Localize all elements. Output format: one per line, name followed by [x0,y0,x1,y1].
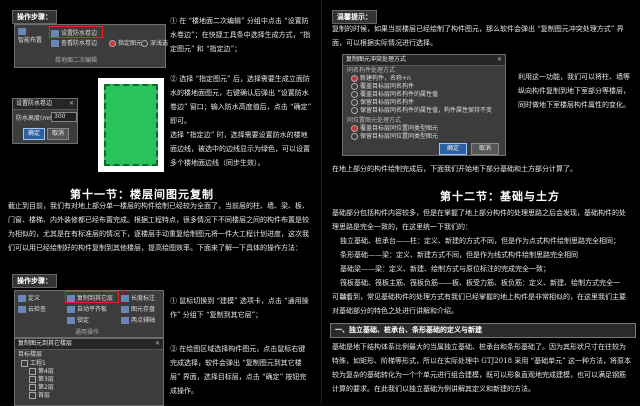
dialog-title: 复制图元冲突处理方式 ✕ [343,55,505,66]
tree-root[interactable]: 工程1 [15,360,163,368]
conflict-dialog: 复制图元冲突处理方式 ✕ 同名构件处理方式 新建构件，名称+n 覆盖目标层同名构件… [342,54,506,156]
toolbar-screenshot-1: 智能布置 设置防水卷边 查看防水卷边 指定图元 深浅选 楼地面二次编辑 [14,24,168,68]
floor-preview-image [98,78,164,172]
target-layer-header: 目标楼层 [18,351,43,358]
section-2-title: 同位置图元处理方式 [347,117,402,124]
view-icon [51,40,59,47]
option-overwrite[interactable]: 覆盖目标层同名构件 [343,83,505,91]
lock-button[interactable]: 锁定 [67,315,89,324]
bottom-note: 在地上部分的构件绘制完成后，下面我们开始地下部分基础和土方部分计算了。 [332,165,577,173]
last-paragraph: 基础是地下结构体系比例最大的当属独立基础、桩承台和条形基础了。因为其形状尺寸在往… [332,343,631,393]
option-pos-keep[interactable]: 保留目标层同位置同类型图元 [343,133,505,141]
dialog-title: 设置防水卷边 ✕ [13,99,77,110]
toolbar-screenshot-2: 定义 复制到其它层 长度标注 云检查 自动平齐板 图元存盘 锁定 两点辅轴 通用… [14,290,164,338]
step-1-text: ① 在 “楼地面二次编辑” 分组中点击 “设置防水卷边”；在快捷工具条中选择生成… [170,17,311,53]
ok-button[interactable]: 确定 [439,143,467,155]
option-overwrite-attr[interactable]: 覆盖目标层同名构件的属性值 [343,91,505,99]
rule-line-3: 基础梁——梁：定义、新建、绘制方式与原位标注的完成完全一致； [340,265,550,273]
height-input[interactable]: 300 [51,112,77,122]
layer-item[interactable]: 第4层 [15,368,163,376]
layer-item[interactable]: 第3层 [15,376,163,384]
ok-button[interactable]: 确定 [23,128,45,140]
view-waterproof-button[interactable]: 查看防水卷边 [51,38,97,47]
rule-line-1: 独立基础、桩承台——柱：定义、新建的方式不同，但是作为点式构件绘制思路完全相同； [340,237,620,245]
smart-layout-button[interactable]: 智能布置 [18,28,42,44]
tips-text: 复制的时候，如果当前楼层已经绘制了构件图元，那么软件会弹出 “复制图元冲突处理方… [332,25,624,47]
highlight-box [49,26,103,38]
side-text: 利用这一功能，我们可以将柱、墙等纵向构件复制到地下室部分等楼层，同时做地下室楼层… [518,73,630,109]
option-keep[interactable]: 保留目标层同名构件 [343,99,505,107]
cancel-button[interactable]: 取消 [47,128,69,140]
cancel-button[interactable]: 取消 [471,143,499,155]
select-ok-option[interactable]: 深浅选 [141,38,168,47]
copy-layers-dialog: 复制图元到其它楼层 ✕ 目标楼层 工程1 第4层 第3层 第2层 首层 [14,338,164,406]
right-page: 温馨提示： 复制的时候，如果当前楼层已经绘制了构件图元，那么软件会弹出 “复制图… [321,0,640,404]
general-ops-label: 通用操作 [75,329,100,336]
close-icon[interactable]: ✕ [155,339,160,349]
close-icon[interactable]: ✕ [69,99,74,109]
step-3-text: 选择 “指定边” 时，选择需要设置防水的楼地面边线，被选中的边线显示为绿色，可以… [170,131,310,167]
section-1-title: 同名构件处理方式 [347,67,396,74]
section-11-intro: 截止到目前，我们有对地上部分单一楼层的构件绘制已经较为全面了，当前层的柱、墙、梁… [8,202,309,252]
ops-header-2: 操作步骤： [12,274,57,288]
layer-item[interactable]: 第2层 [15,384,163,392]
definition-button[interactable]: 定义 [18,293,40,302]
subsection-header: 一、独立基础、桩承台、条形基础的定义与新建 [330,323,636,338]
step-2-text: ② 选择 “指定图元” 后，选择需要生成立面防水的楼地面图元，右键确认后弹出 “… [170,75,312,125]
rule-line-5: 可以看到，常见基础构件的处理方式有我们已经掌握的地上构件是非常相似的，在这里我们… [332,293,626,315]
waterproof-dialog: 设置防水卷边 ✕ 防水高度(mm) 300 确定 取消 [12,98,78,144]
option-pos-overwrite[interactable]: 覆盖目标层同位置同类型图元 [343,125,505,133]
step-5-text: ② 在绘图区域选择构件图元，点击鼠标右键完成选择，软件会弹出 “复制图元到其它楼… [170,345,307,395]
rule-line-2: 条形基础——梁：定义、新建方式不同，但是作为线式构件绘制思路完全相同 [340,251,578,259]
step-4-text: ① 鼠标切换到 “建模” 选项卡，点击 “通用操作” 分组下 “复制到其它层”； [170,297,309,319]
left-page: 操作步骤： 智能布置 设置防水卷边 查看防水卷边 指定图元 深浅选 楼地面二次编… [0,0,320,406]
highlight-box-2 [65,291,119,303]
image-management-button[interactable]: 图元存盘 [121,304,155,313]
length-dim-button[interactable]: 长度标注 [121,293,155,302]
close-icon[interactable]: ✕ [497,55,502,65]
green-floor-region [104,84,158,166]
section-12-intro: 基础部分包括构件内容较多，但是在掌握了地上部分构件的处理思路之后会发现，基础构件… [332,209,626,231]
auto-level-board-button[interactable]: 自动平齐板 [67,304,107,313]
ops-header-1: 操作步骤： [12,10,57,24]
dialog-title: 复制图元到其它楼层 ✕ [15,339,163,350]
section-12-title: 第十二节：基础与土方 [440,190,560,203]
cloud-check-button[interactable]: 云检查 [18,304,46,313]
layer-item[interactable]: 首层 [15,392,163,400]
layout-icon [18,28,26,35]
option-keep-attr[interactable]: 保留目标层同名构件的属性值，构件属性保持不变 [343,107,505,115]
group-label: 楼地面二次编辑 [55,57,98,64]
two-point-aux-button[interactable]: 两点辅轴 [121,315,155,324]
option-new[interactable]: 新建构件，名称+n [343,75,505,83]
specify-element-option[interactable]: 指定图元 [109,38,142,47]
radio-icon [109,40,116,47]
radio-icon [141,40,148,47]
